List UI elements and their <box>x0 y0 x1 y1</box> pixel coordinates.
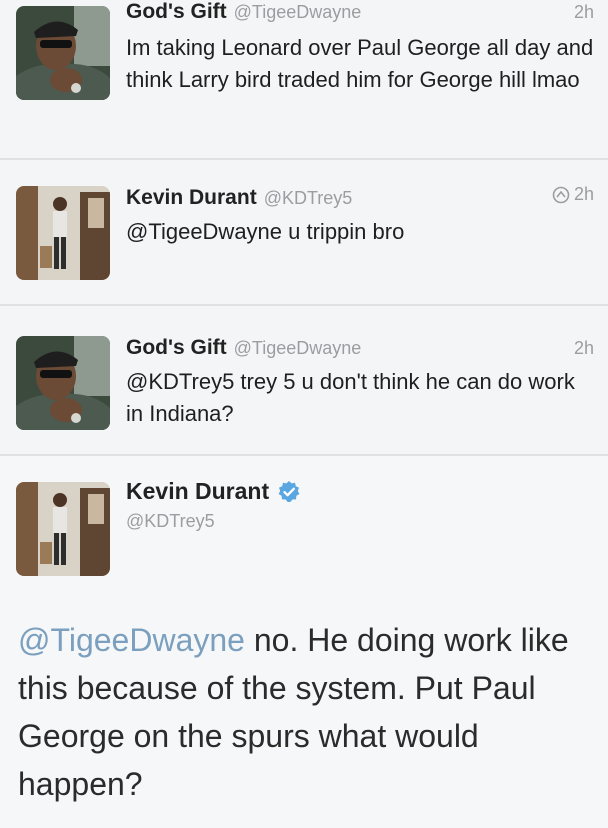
mention-link[interactable]: @TigeeDwayne <box>18 622 245 658</box>
display-name[interactable]: Kevin Durant <box>126 186 257 210</box>
verified-badge-icon <box>278 480 300 502</box>
tweet-feed: God's Gift @TigeeDwayne 2h Im taking Leo… <box>0 0 608 828</box>
avatar[interactable] <box>16 6 110 100</box>
tweet-header: God's Gift @TigeeDwayne 2h <box>126 0 594 28</box>
user-handle[interactable]: @KDTrey5 <box>264 188 353 209</box>
display-name[interactable]: God's Gift <box>126 0 227 24</box>
timestamp-label: 2h <box>573 338 594 358</box>
tweet-text: @KDTrey5 trey 5 u don't think he can do … <box>126 369 575 426</box>
timestamp[interactable]: 2h <box>552 184 594 205</box>
timestamp-label: 2h <box>573 2 594 22</box>
avatar[interactable] <box>16 482 110 576</box>
conversation-icon <box>552 186 570 203</box>
tweet-text: Im taking Leonard over Paul George all d… <box>126 35 594 92</box>
timestamp[interactable]: 2h <box>574 338 594 359</box>
user-handle[interactable]: @KDTrey5 <box>126 511 301 532</box>
tweet[interactable]: God's Gift @TigeeDwayne 2h @KDTrey5 trey… <box>0 306 608 456</box>
user-handle[interactable]: @TigeeDwayne <box>234 338 362 359</box>
tweet[interactable]: Kevin Durant @KDTrey5 2h @TigeeDwayne u … <box>0 160 608 306</box>
tweet-header: Kevin Durant @KDTrey5 <box>126 478 301 532</box>
avatar[interactable] <box>16 336 110 430</box>
user-handle[interactable]: @TigeeDwayne <box>234 2 362 23</box>
featured-tweet[interactable]: Kevin Durant @KDTrey5 @TigeeDwayne no. H… <box>0 456 608 828</box>
display-name[interactable]: God's Gift <box>126 336 227 360</box>
tweet-header: Kevin Durant @KDTrey5 2h <box>126 184 594 212</box>
tweet-text: @TigeeDwayne no. He doing work like this… <box>18 616 594 808</box>
display-name[interactable]: Kevin Durant <box>126 478 269 505</box>
tweet-header: God's Gift @TigeeDwayne 2h <box>126 336 594 364</box>
tweet[interactable]: God's Gift @TigeeDwayne 2h Im taking Leo… <box>0 0 608 160</box>
tweet-text: @TigeeDwayne u trippin bro <box>126 219 405 244</box>
timestamp[interactable]: 2h <box>574 2 594 23</box>
timestamp-label: 2h <box>573 184 594 204</box>
avatar[interactable] <box>16 186 110 280</box>
